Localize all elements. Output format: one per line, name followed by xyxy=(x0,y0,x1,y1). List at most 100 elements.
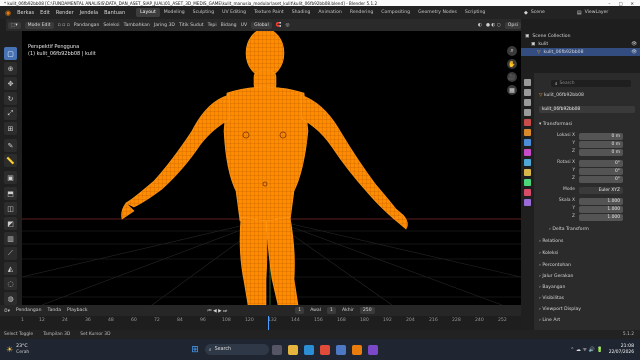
tab-geometry-nodes[interactable]: Geometry Nodes xyxy=(414,8,461,17)
output-tab-icon[interactable] xyxy=(524,99,531,106)
camera-icon[interactable]: 🎥 xyxy=(507,72,517,82)
start-frame-field[interactable]: 1 xyxy=(327,307,336,314)
tab-sculpting[interactable]: Sculpting xyxy=(189,8,218,17)
visibility-section[interactable]: › Visibilitas xyxy=(539,296,564,301)
particles-tab-icon[interactable] xyxy=(524,149,531,156)
orientation-selector[interactable]: Global xyxy=(251,21,272,29)
timeline-menu-view[interactable]: Pendangan xyxy=(16,308,42,313)
outliner-row-kulit[interactable]: ▣ kulit 👁 xyxy=(521,40,640,48)
tab-uv-editing[interactable]: UV Editing xyxy=(218,8,250,17)
visibility-icon[interactable]: 👁 xyxy=(631,42,637,47)
tool-tab-icon[interactable] xyxy=(524,79,531,86)
grid-view-icon[interactable]: ▦ xyxy=(507,85,517,95)
weather-icon[interactable]: ☀ xyxy=(6,345,13,354)
viewport-display-section[interactable]: › Viewport Display xyxy=(539,307,581,312)
timeline-editor-icon[interactable]: ⏱▾ xyxy=(4,308,10,314)
timeline-ruler[interactable]: 1 12 24 36 48 60 72 84 96 108 120 132 14… xyxy=(0,316,521,330)
motion-paths-section[interactable]: › Jalur Gerakan xyxy=(539,274,573,279)
tray-icons[interactable]: ⌃ ☁ ᯤ 🔊 🔋 xyxy=(570,347,603,353)
move-icon[interactable]: ✥ xyxy=(4,77,17,90)
menu-edge[interactable]: Tepi xyxy=(208,23,217,28)
snap-icon[interactable]: 🧲 xyxy=(276,23,282,28)
location-y-field[interactable]: 0 m xyxy=(579,141,623,148)
overlay-icon[interactable]: ◐ xyxy=(478,23,482,28)
tab-modeling[interactable]: Modeling xyxy=(160,8,189,17)
relations-section[interactable]: › Relations xyxy=(539,239,563,244)
add-cube-icon[interactable]: ▣ xyxy=(4,171,17,184)
editor-type-icon[interactable]: ⬚▾ xyxy=(8,21,21,29)
transform-icon[interactable]: ⊞ xyxy=(4,122,17,135)
outliner-row-scene-collection[interactable]: ▣ Scene Collection xyxy=(521,32,640,40)
scale-y-field[interactable]: 1.000 xyxy=(579,206,623,213)
bevel-icon[interactable]: ◩ xyxy=(4,217,17,230)
menu-file[interactable]: Berkas xyxy=(14,10,37,16)
store-icon[interactable] xyxy=(335,344,346,355)
collections-section[interactable]: › Koleksi xyxy=(539,251,558,256)
rotation-mode-select[interactable]: Euler XYZ xyxy=(579,187,623,194)
data-tab-icon[interactable] xyxy=(524,179,531,186)
app-icon[interactable] xyxy=(367,344,378,355)
shading-section[interactable]: › Bayangan xyxy=(539,285,565,290)
menu-view[interactable]: Pandangan xyxy=(74,23,100,28)
rotate-icon[interactable]: ↻ xyxy=(4,92,17,105)
outliner-row-object[interactable]: ▽ kulit_06fb92bb08 👁 xyxy=(521,48,640,56)
playback-controls-icon[interactable]: ⏮ ◀ ▶ ⏭ xyxy=(208,308,228,314)
select-mode-icons[interactable]: ▫ ▫ ▫ xyxy=(58,23,70,28)
mode-selector[interactable]: Mode Edit xyxy=(24,21,54,29)
menu-help[interactable]: Bantuan xyxy=(101,10,128,16)
maximize-icon[interactable]: □ xyxy=(619,1,623,6)
menu-edit[interactable]: Edit xyxy=(37,10,53,16)
menu-add[interactable]: Tambahkan xyxy=(124,23,150,28)
object-name-field[interactable]: kulit_06fb92bb08 xyxy=(539,106,635,113)
material-tab-icon[interactable] xyxy=(524,189,531,196)
tab-compositing[interactable]: Compositing xyxy=(377,8,414,17)
options-button[interactable]: Opsi xyxy=(504,21,521,29)
scene-name[interactable]: Scene xyxy=(531,10,545,15)
tab-shading[interactable]: Shading xyxy=(288,8,315,17)
menu-window[interactable]: Jendela xyxy=(77,10,101,16)
end-frame-field[interactable]: 250 xyxy=(359,307,375,314)
object-tab-icon[interactable] xyxy=(524,129,531,136)
tab-texture-paint[interactable]: Texture Paint xyxy=(250,8,288,17)
timeline-menu-marker[interactable]: Tanda xyxy=(48,308,62,313)
blender-task-icon[interactable] xyxy=(351,344,362,355)
smooth-icon[interactable]: ◍ xyxy=(4,292,17,305)
select-box-icon[interactable]: ▢ xyxy=(4,47,17,60)
3d-viewport[interactable] xyxy=(22,31,521,305)
loop-cut-icon[interactable]: ▥ xyxy=(4,232,17,245)
extrude-icon[interactable]: ⬒ xyxy=(4,187,17,200)
rotation-x-field[interactable]: 0° xyxy=(579,160,623,167)
tab-scripting[interactable]: Scripting xyxy=(461,8,489,17)
delta-transform-section[interactable]: › Delta Transform xyxy=(549,227,589,232)
location-x-field[interactable]: 0 m xyxy=(579,133,623,140)
minimize-icon[interactable]: – xyxy=(608,1,610,6)
rotation-z-field[interactable]: 0° xyxy=(579,176,623,183)
timeline-menu-playback[interactable]: Playback xyxy=(67,308,88,313)
knife-icon[interactable]: ⟋ xyxy=(4,247,17,260)
modifier-tab-icon[interactable] xyxy=(524,139,531,146)
blender-logo-icon[interactable]: ◉ xyxy=(2,9,14,17)
menu-face[interactable]: Bidang xyxy=(221,23,237,28)
zoom-icon[interactable]: ⌕ xyxy=(507,46,517,56)
constraints-tab-icon[interactable] xyxy=(524,169,531,176)
shading-icon[interactable]: ● ◐ ○ xyxy=(486,23,501,28)
annotate-icon[interactable]: ✎ xyxy=(4,139,17,152)
task-view-icon[interactable] xyxy=(271,344,282,355)
edge-icon[interactable] xyxy=(303,344,314,355)
explorer-icon[interactable] xyxy=(287,344,298,355)
rotation-y-field[interactable]: 0° xyxy=(579,168,623,175)
render-tab-icon[interactable] xyxy=(524,89,531,96)
view-layer-name[interactable]: ViewLayer xyxy=(585,10,609,15)
proportional-icon[interactable]: ◎ xyxy=(286,23,290,28)
tab-layout[interactable]: Layout xyxy=(136,8,160,17)
chrome-icon[interactable] xyxy=(319,344,330,355)
location-z-field[interactable]: 0 m xyxy=(579,149,623,156)
physics-tab-icon[interactable] xyxy=(524,159,531,166)
view-layer-tab-icon[interactable] xyxy=(524,109,531,116)
transform-section-header[interactable]: ▾ Transformasi xyxy=(539,122,572,127)
scale-x-field[interactable]: 1.000 xyxy=(579,198,623,205)
windows-start-icon[interactable]: ⊞ xyxy=(191,345,199,355)
inset-icon[interactable]: ◫ xyxy=(4,202,17,215)
instancing-section[interactable]: › Percontohan xyxy=(539,263,571,268)
menu-mesh[interactable]: Jaring 3D xyxy=(154,23,175,28)
